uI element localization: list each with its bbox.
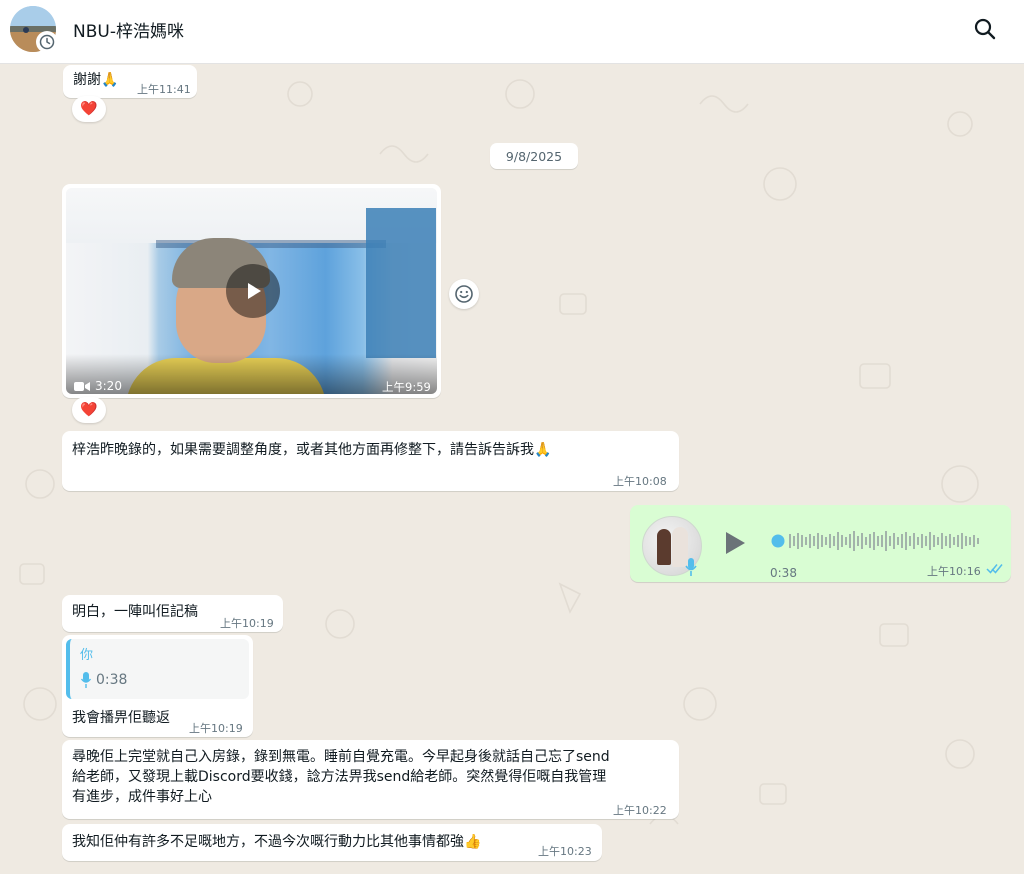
- chat-header: NBU-梓浩媽咪: [0, 0, 1024, 64]
- chat-title[interactable]: NBU-梓浩媽咪: [73, 17, 184, 42]
- video-play-button[interactable]: [226, 264, 280, 318]
- message-time: 上午10:19: [189, 722, 243, 735]
- message-time: 上午10:22: [613, 804, 667, 817]
- message-bubble-incoming[interactable]: 明白，一陣叫佢記稿 上午10:19: [62, 595, 283, 632]
- message-time: 上午10:23: [538, 845, 592, 858]
- search-icon: [974, 18, 996, 40]
- video-thumbnail[interactable]: 3:20 上午9:59: [66, 188, 437, 394]
- message-text: 明白，一陣叫佢記稿: [72, 604, 198, 620]
- voice-message-bubble-outgoing[interactable]: 0:38 上午10:16: [630, 505, 1011, 582]
- heart-reaction[interactable]: ❤️: [72, 96, 106, 122]
- video-duration: 3:20: [95, 379, 122, 393]
- video-message-bubble[interactable]: 3:20 上午9:59: [62, 184, 441, 398]
- heart-reaction[interactable]: ❤️: [72, 397, 106, 423]
- quote-author: 你: [80, 648, 94, 663]
- search-button[interactable]: [972, 16, 998, 42]
- reply-message-bubble-incoming[interactable]: 你 0:38 我會播畀佢聽返 上午10:19: [62, 635, 253, 737]
- message-text: 謝謝: [73, 72, 101, 88]
- message-bubble-incoming[interactable]: 謝謝🙏 上午11:41: [63, 65, 197, 98]
- message-text: 梓浩昨晚錄的，如果需要調整角度，或者其他方面再修整下，請告訴告訴我: [72, 442, 534, 458]
- microphone-icon: [685, 558, 697, 576]
- message-bubble-incoming[interactable]: 我知佢仲有許多不足嘅地方，不過今次嘅行動力比其他事情都強👍 上午10:23: [62, 824, 602, 861]
- message-time: 上午10:08: [613, 475, 667, 488]
- quoted-voice-message[interactable]: 你 0:38: [66, 639, 249, 699]
- smiley-icon: [455, 285, 473, 303]
- quote-duration: 0:38: [96, 672, 128, 688]
- double-check-read-icon: [986, 564, 1003, 574]
- message-time: 上午9:59: [382, 380, 431, 394]
- message-bubble-incoming[interactable]: 尋晚佢上完堂就自己入房錄，錄到無電。睡前自覺充電。今早起身後就話自己忘了send…: [62, 740, 679, 819]
- message-time: 上午11:41: [137, 83, 191, 96]
- voice-duration: 0:38: [770, 566, 797, 580]
- message-text: 我知佢仲有許多不足嘅地方，不過今次嘅行動力比其他事情都強: [72, 834, 464, 850]
- date-separator: 9/8/2025: [490, 143, 578, 169]
- message-time: 上午10:19: [220, 617, 274, 630]
- status-clock-badge: [36, 31, 58, 53]
- message-text: 尋晚佢上完堂就自己入房錄，錄到無電。睡前自覺充電。今早起身後就話自己忘了send…: [72, 749, 610, 805]
- chat-pane[interactable]: 謝謝🙏 上午11:41 ❤️ 9/8/2025 3:20 上午9:59 ❤️ 梓…: [0, 64, 1024, 874]
- voice-waveform[interactable]: [771, 527, 987, 555]
- clock-icon: [39, 34, 55, 50]
- folded-hands-emoji: 🙏: [101, 72, 119, 88]
- message-bubble-incoming[interactable]: 梓浩昨晚錄的，如果需要調整角度，或者其他方面再修整下，請告訴告訴我🙏 上午10:…: [62, 431, 679, 491]
- play-icon: [248, 283, 261, 299]
- message-time: 上午10:16: [927, 565, 981, 578]
- play-icon[interactable]: [723, 530, 747, 556]
- microphone-icon: [80, 672, 92, 688]
- thumbs-up-emoji: 👍: [464, 834, 482, 850]
- video-camera-icon: [74, 381, 90, 391]
- folded-hands-emoji: 🙏: [534, 442, 552, 458]
- add-reaction-button[interactable]: [449, 279, 479, 309]
- message-text: 我會播畀佢聽返: [72, 710, 170, 726]
